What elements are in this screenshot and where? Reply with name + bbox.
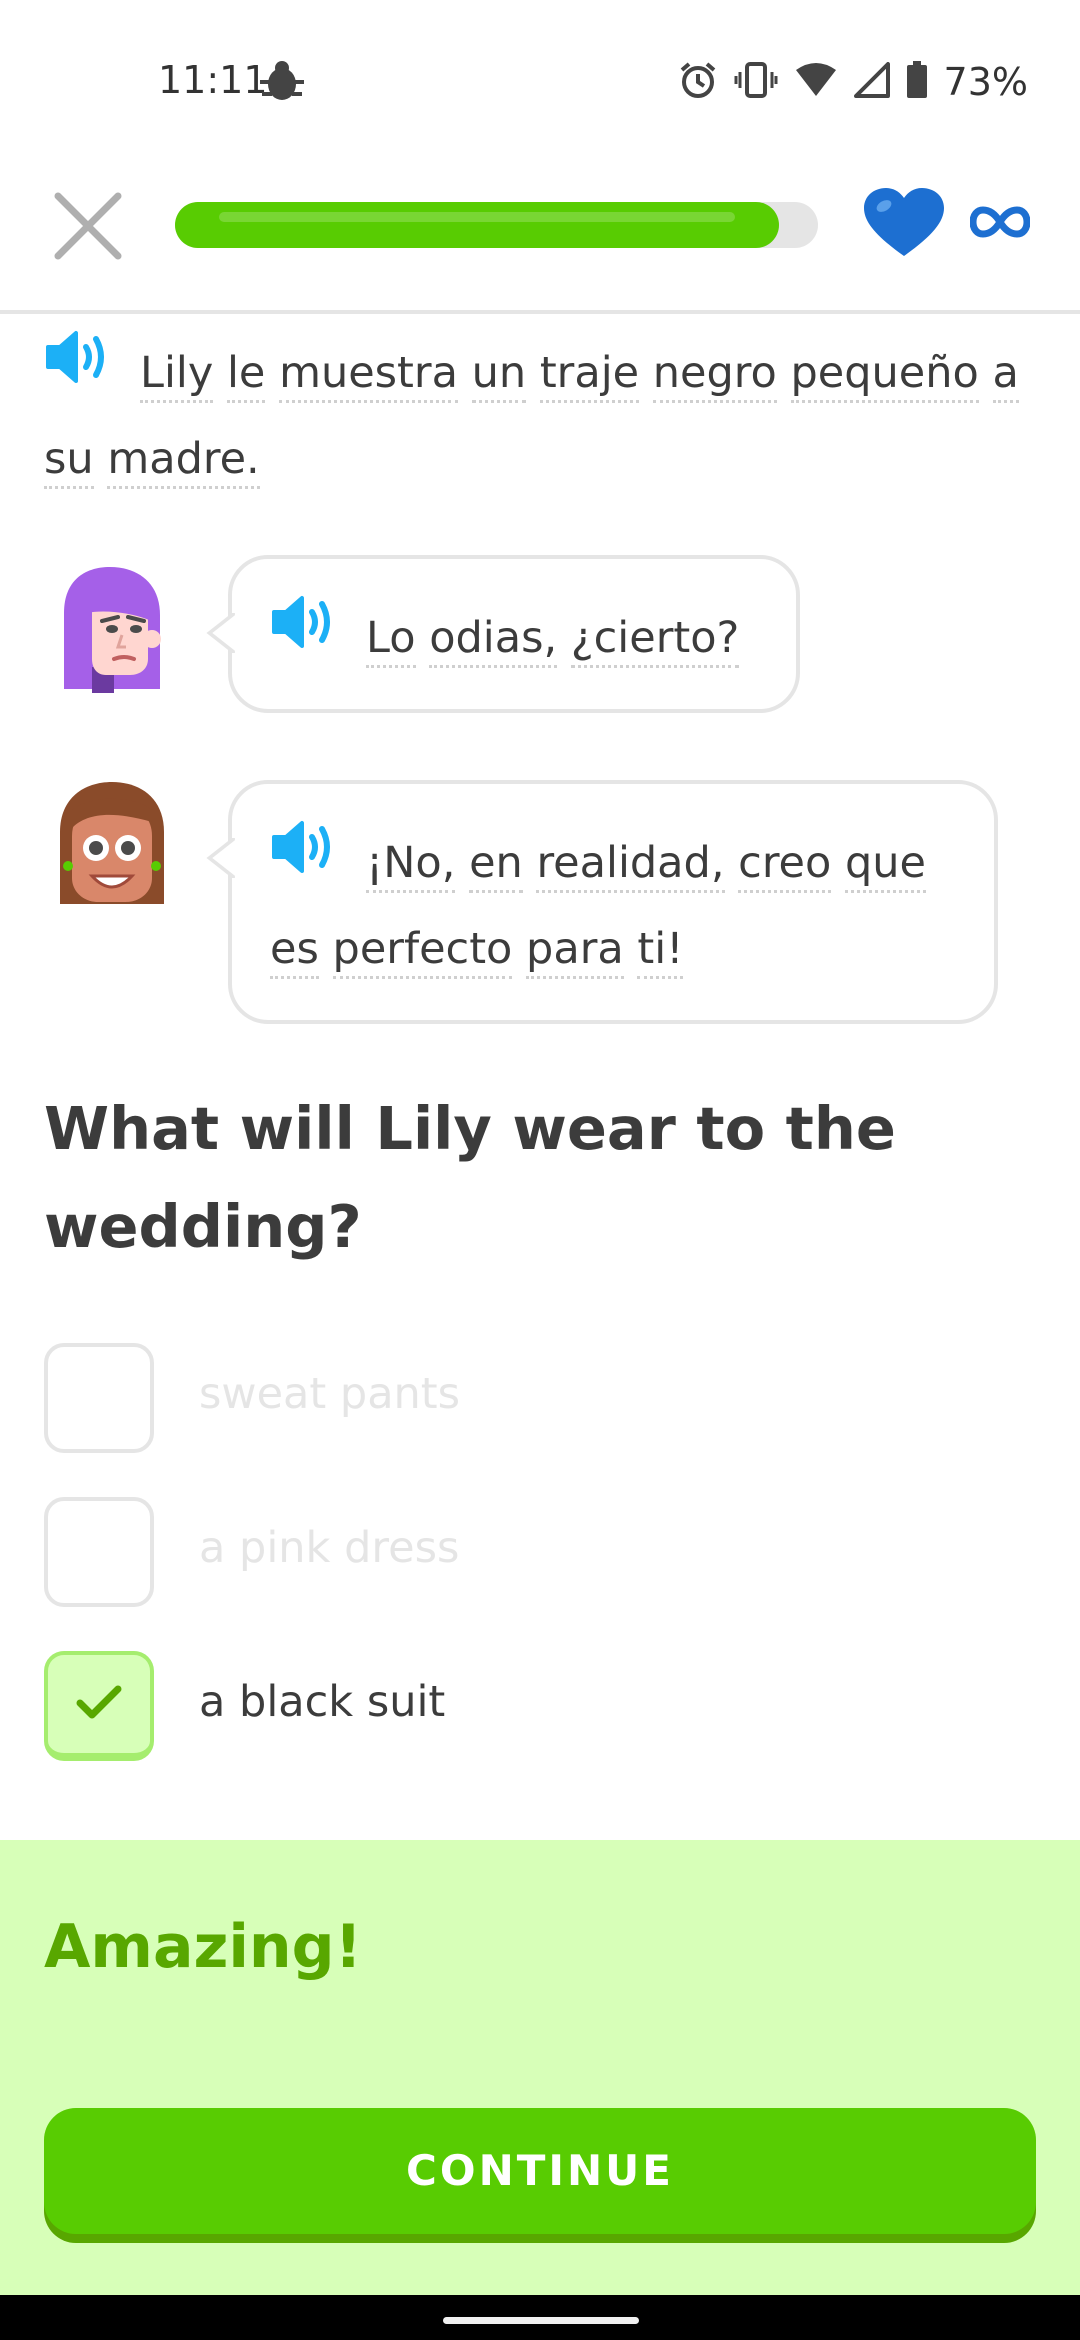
dialog-word[interactable]: para bbox=[526, 924, 624, 979]
dialog-line-lily: Lo odias, ¿cierto? bbox=[0, 555, 1080, 715]
story-word[interactable]: su bbox=[44, 434, 94, 489]
story-word[interactable]: Lily bbox=[140, 348, 214, 403]
answer-option-selected[interactable]: a black suit bbox=[44, 1651, 1024, 1761]
lesson-progress-fill bbox=[175, 202, 780, 248]
speaker-icon[interactable] bbox=[270, 818, 336, 904]
question-text: What will Lily wear to the wedding? bbox=[44, 1094, 896, 1261]
answer-option[interactable]: a pink dress bbox=[44, 1497, 1024, 1607]
vibrate-icon bbox=[734, 60, 778, 104]
header-divider bbox=[0, 310, 1080, 314]
dialog-word[interactable]: es bbox=[270, 924, 319, 979]
dialog-word[interactable]: ti! bbox=[637, 924, 684, 979]
lesson-progress-bar bbox=[175, 202, 818, 248]
lily-avatar bbox=[56, 563, 168, 697]
option-checkbox-checked[interactable] bbox=[44, 1651, 154, 1761]
dialog-word[interactable]: perfecto bbox=[332, 924, 513, 979]
mother-avatar bbox=[56, 780, 168, 912]
dialog-word[interactable]: Lo bbox=[366, 613, 416, 668]
option-checkbox[interactable] bbox=[44, 1343, 154, 1453]
signal-icon bbox=[853, 62, 890, 102]
option-label: a pink dress bbox=[199, 1523, 460, 1573]
story-word[interactable]: le bbox=[226, 348, 266, 403]
heart-icon[interactable] bbox=[862, 188, 946, 262]
story-word[interactable]: pequeño bbox=[790, 348, 979, 403]
bubble-tail bbox=[206, 613, 244, 653]
continue-button[interactable]: CONTINUE bbox=[44, 2108, 1036, 2234]
dialog-word[interactable]: creo bbox=[738, 838, 832, 893]
dialog-word[interactable]: odias, bbox=[429, 613, 558, 668]
story-word[interactable]: muestra bbox=[279, 348, 458, 403]
status-bar: 11:11 73% bbox=[0, 0, 1080, 170]
bug-icon bbox=[258, 60, 306, 108]
home-gesture-handle[interactable] bbox=[443, 2317, 639, 2324]
option-label: a black suit bbox=[199, 1677, 446, 1727]
story-word[interactable]: negro bbox=[652, 348, 777, 403]
lesson-screen: 11:11 73% Lily le muestra un traje negro… bbox=[0, 0, 1080, 2340]
close-button[interactable] bbox=[50, 188, 126, 264]
infinity-icon bbox=[969, 202, 1031, 246]
story-word[interactable]: madre. bbox=[107, 434, 260, 489]
dialog-word[interactable]: en bbox=[469, 838, 523, 893]
option-label: sweat pants bbox=[199, 1369, 461, 1419]
story-narration: Lily le muestra un traje negro pequeño a… bbox=[44, 330, 1044, 502]
progress-highlight bbox=[219, 212, 736, 222]
lesson-header bbox=[0, 170, 1080, 314]
story-word[interactable]: un bbox=[471, 348, 527, 403]
option-checkbox[interactable] bbox=[44, 1497, 154, 1607]
battery-percentage: 73% bbox=[943, 60, 1028, 104]
battery-icon bbox=[906, 61, 928, 103]
dialog-word[interactable]: realidad, bbox=[536, 838, 725, 893]
dialog-bubble: Lo odias, ¿cierto? bbox=[206, 555, 800, 713]
dialog-word[interactable]: que bbox=[844, 838, 926, 893]
dialog-word[interactable]: ¿cierto? bbox=[570, 613, 740, 668]
wifi-icon bbox=[794, 62, 838, 102]
story-word[interactable]: traje bbox=[539, 348, 640, 403]
answer-option[interactable]: sweat pants bbox=[44, 1343, 1024, 1453]
status-icons: 73% bbox=[678, 60, 1028, 104]
dialog-bubble: ¡No, en realidad, creo que es perfecto p… bbox=[206, 780, 998, 1024]
story-word[interactable]: a bbox=[992, 348, 1019, 403]
status-time: 11:11 bbox=[158, 58, 268, 102]
alarm-icon bbox=[678, 60, 718, 104]
dialog-line-mother: ¡No, en realidad, creo que es perfecto p… bbox=[0, 780, 1080, 1025]
close-icon bbox=[54, 192, 122, 260]
feedback-panel: Amazing! CONTINUE bbox=[0, 1840, 1080, 2295]
bubble-tail bbox=[206, 838, 244, 878]
feedback-title: Amazing! bbox=[44, 1912, 362, 1982]
dialog-word[interactable]: ¡No, bbox=[366, 838, 456, 893]
checkmark-icon bbox=[76, 1685, 122, 1719]
speaker-icon[interactable] bbox=[44, 328, 110, 414]
navigation-bar bbox=[0, 2295, 1080, 2340]
speaker-icon[interactable] bbox=[270, 593, 336, 679]
